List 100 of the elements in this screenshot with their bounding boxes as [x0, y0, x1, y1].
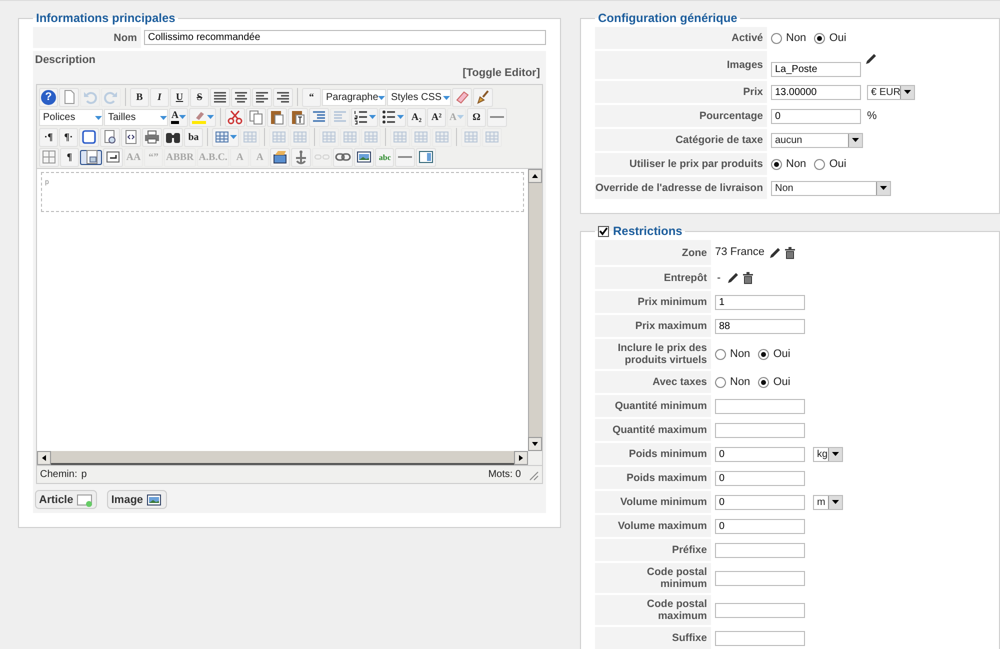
- toolbar-button[interactable]: A: [169, 108, 188, 126]
- toolbar-button[interactable]: [80, 150, 102, 164]
- radio-button[interactable]: [814, 158, 826, 170]
- field-label: Poids maximum: [595, 467, 711, 489]
- radio-button[interactable]: [771, 158, 782, 170]
- toolbar-button[interactable]: abc: [375, 148, 394, 166]
- field-label: Images: [595, 51, 767, 79]
- toolbar-button[interactable]: A²: [427, 108, 446, 126]
- format-dropdown[interactable]: Polices: [39, 108, 103, 126]
- radio-label: Oui: [829, 158, 846, 170]
- toggle-editor-link[interactable]: [Toggle Editor]: [462, 67, 540, 79]
- panel-icon: [418, 149, 434, 165]
- dropdown[interactable]: aucun: [771, 132, 863, 148]
- format-dropdown[interactable]: Styles CSS: [387, 88, 451, 106]
- toolbar-button[interactable]: ?: [39, 88, 58, 106]
- text-field[interactable]: 0: [715, 518, 805, 534]
- field-label: Code postal minimum: [595, 563, 711, 593]
- toolbar-button[interactable]: ·¶: [39, 128, 58, 146]
- toolbar-button[interactable]: “: [302, 88, 321, 106]
- up-arrow-icon[interactable]: [532, 174, 538, 178]
- radio-button[interactable]: [715, 376, 726, 388]
- radio-button[interactable]: [814, 32, 826, 44]
- table-icon: [434, 129, 450, 145]
- clipboard-icon: [269, 109, 285, 125]
- text-field[interactable]: [715, 398, 805, 414]
- toolbar-button[interactable]: S: [190, 88, 209, 106]
- format-dropdown[interactable]: Tailles: [104, 108, 168, 126]
- text-field[interactable]: [715, 542, 805, 558]
- copy-icon: [248, 109, 264, 125]
- toolbar-button[interactable]: ba: [184, 128, 203, 146]
- field-label: Utiliser le prix par produits: [595, 153, 767, 175]
- text-field[interactable]: 13.00000: [771, 84, 861, 100]
- template-icon: [84, 149, 100, 165]
- horizontal-rule-icon: [397, 156, 414, 158]
- text-field[interactable]: 0: [715, 470, 805, 486]
- trash-icon[interactable]: [784, 246, 795, 258]
- left-arrow-icon[interactable]: [42, 455, 46, 461]
- radio-button[interactable]: [758, 376, 770, 388]
- right-arrow-icon[interactable]: [519, 455, 523, 461]
- resize-grip-icon[interactable]: [527, 468, 539, 480]
- text-field[interactable]: [715, 422, 805, 438]
- grid-icon: [41, 149, 57, 165]
- undo-icon: [82, 89, 98, 105]
- section-title: Informations principales: [35, 11, 176, 25]
- field-label: Quantité minimum: [595, 395, 711, 417]
- horizontal-scrollbar[interactable]: [37, 451, 528, 465]
- unit-dropdown[interactable]: kg: [813, 446, 843, 462]
- horizontal-rule-icon: [489, 116, 505, 118]
- broom-icon: [475, 89, 491, 105]
- field-label: Catégorie de taxe: [595, 129, 767, 151]
- text-field[interactable]: [715, 570, 805, 586]
- field-label: Suffixe: [595, 627, 711, 649]
- table-icon: [321, 129, 337, 145]
- unit-label: %: [867, 110, 877, 122]
- checkbox[interactable]: [598, 226, 609, 236]
- radio-button[interactable]: [715, 348, 726, 360]
- pencil-icon[interactable]: [726, 272, 739, 284]
- text-field[interactable]: 1: [715, 294, 805, 310]
- table-icon: [292, 129, 308, 145]
- scissors-icon: [227, 109, 243, 125]
- preview-icon: [102, 129, 118, 145]
- down-arrow-icon[interactable]: [532, 442, 538, 446]
- section-title: Configuration générique: [597, 11, 738, 25]
- vertical-scrollbar[interactable]: [528, 169, 542, 451]
- field-label: Volume maximum: [595, 515, 711, 537]
- toolbar-button[interactable]: ¶: [60, 148, 79, 166]
- image-button[interactable]: Image: [107, 490, 168, 509]
- toolbar-button[interactable]: A₂: [407, 108, 426, 126]
- currency-dropdown[interactable]: € EUR: [867, 84, 915, 100]
- toolbar-button[interactable]: U: [170, 88, 189, 106]
- printer-icon: [144, 129, 160, 145]
- text-field[interactable]: [715, 602, 805, 618]
- text-field[interactable]: 0: [715, 494, 805, 510]
- field-label: Prix maximum: [595, 315, 711, 337]
- text-field[interactable]: 88: [715, 318, 805, 334]
- radio-label: Non: [730, 376, 750, 388]
- field-label: Poids minimum: [595, 443, 711, 465]
- text-field[interactable]: 0: [771, 108, 861, 124]
- toolbar-button[interactable]: Ω: [467, 108, 486, 126]
- toolbar-button[interactable]: B: [130, 88, 149, 106]
- radio-button[interactable]: [758, 348, 770, 360]
- name-field[interactable]: Collissimo recommandée: [144, 30, 546, 45]
- align-justify-icon: [212, 89, 228, 105]
- toolbar-button[interactable]: ¶·: [59, 128, 78, 146]
- text-field[interactable]: 0: [715, 446, 805, 462]
- toolbar-button[interactable]: I: [150, 88, 169, 106]
- pencil-icon[interactable]: [865, 53, 877, 65]
- field-label: Code postal maximum: [595, 595, 711, 625]
- text-field[interactable]: [715, 630, 805, 646]
- radio-button[interactable]: [771, 32, 782, 44]
- dropdown[interactable]: Non: [771, 180, 891, 196]
- unit-dropdown[interactable]: m: [813, 494, 843, 510]
- trash-icon[interactable]: [742, 272, 753, 284]
- insert-icon: [105, 149, 121, 165]
- article-button[interactable]: Article: [35, 490, 98, 509]
- pencil-icon[interactable]: [768, 246, 781, 258]
- fullscreen-icon: [81, 129, 97, 145]
- text-field[interactable]: La_Poste: [771, 62, 861, 76]
- format-dropdown[interactable]: Paragraphe: [322, 88, 386, 106]
- caret-icon: [852, 138, 859, 142]
